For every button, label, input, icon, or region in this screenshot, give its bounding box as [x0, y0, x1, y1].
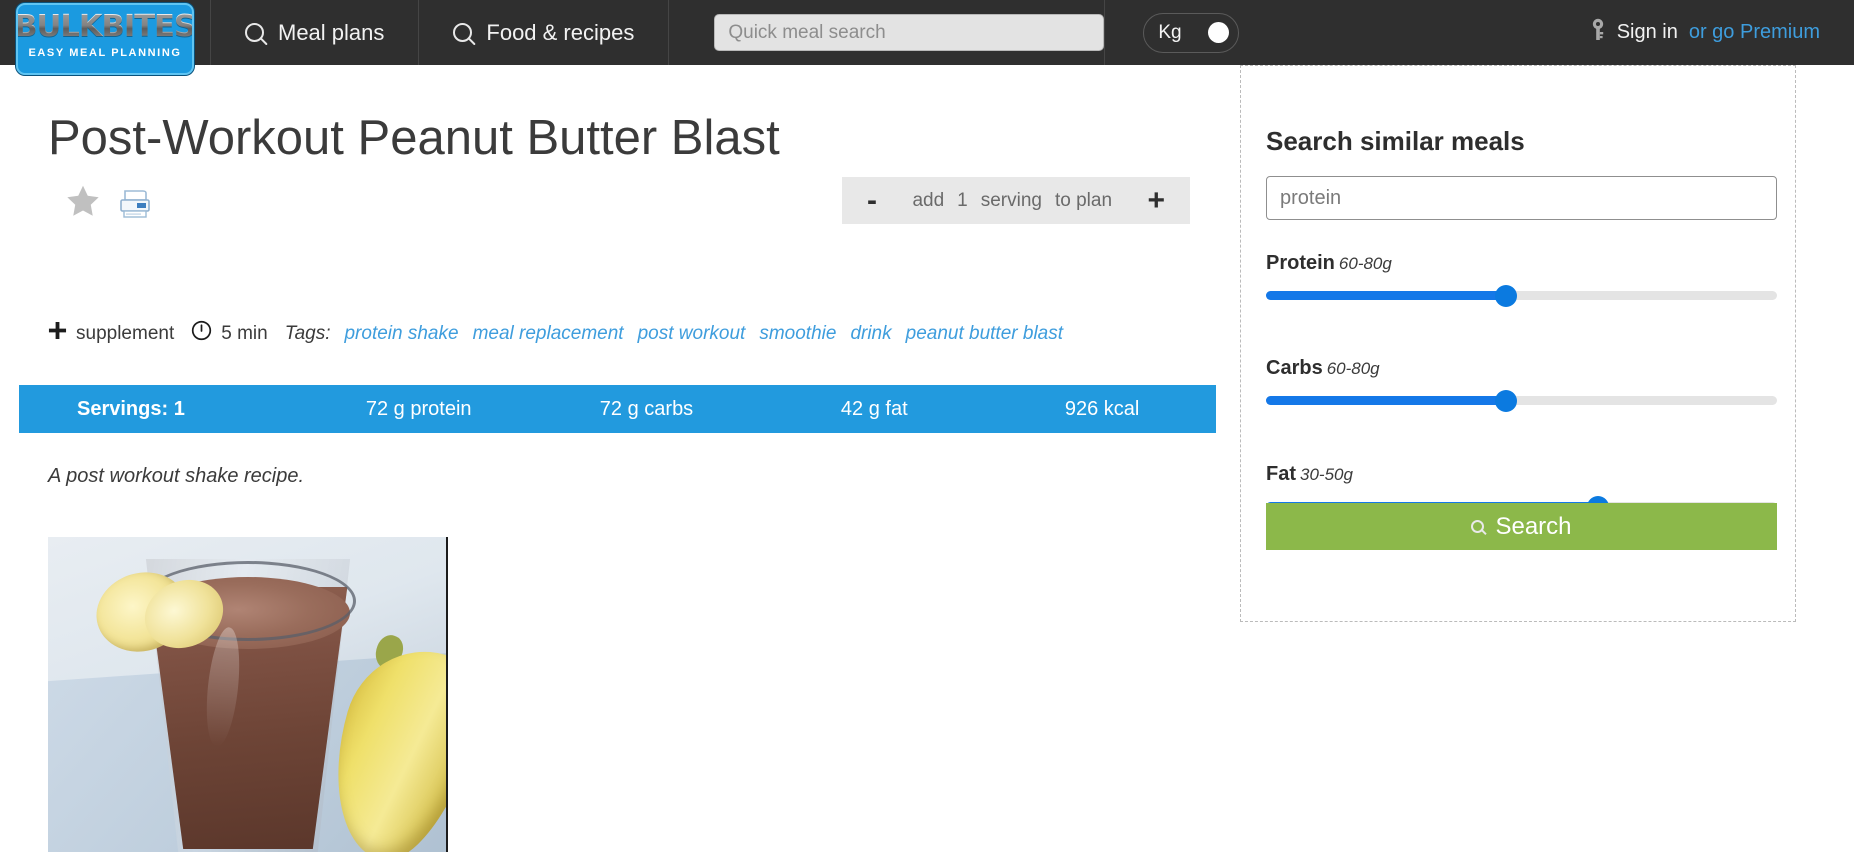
nutrition-protein: 72 g protein — [365, 397, 472, 420]
nutrition-calories: 926 kcal — [1064, 397, 1140, 420]
nav-item-meal-plans[interactable]: Meal plans — [211, 0, 418, 65]
nav-item-food-recipes-label: Food & recipes — [486, 19, 635, 45]
fat-slider-range: 30-50g — [1300, 465, 1353, 484]
similar-search-input[interactable] — [1266, 176, 1777, 220]
nutrition-servings: Servings: 1 — [77, 397, 185, 420]
account-area: Sign in or go Premium — [1590, 0, 1854, 65]
fat-slider-label: Fat 30-50g — [1266, 463, 1777, 486]
search-button[interactable]: Search — [1266, 503, 1777, 550]
protein-slider-name: Protein — [1266, 252, 1335, 274]
logo-tagline: EASY MEAL PLANNING — [28, 47, 182, 59]
serving-label-group: add 1 serving to plan — [912, 190, 1112, 212]
tag-link[interactable]: smoothie — [759, 323, 836, 345]
tags-label: Tags: — [284, 322, 331, 344]
carbs-slider-name: Carbs — [1266, 357, 1323, 379]
quick-search-container — [669, 0, 1105, 65]
search-icon — [241, 19, 268, 46]
serving-unit-label: serving — [980, 189, 1042, 211]
nutrition-summary-bar: Servings: 1 72 g protein 72 g carbs 42 g… — [19, 385, 1216, 433]
clock-icon — [191, 320, 212, 347]
nutrition-carbs: 72 g carbs — [599, 397, 694, 420]
key-icon — [1590, 18, 1606, 48]
page-title: Post-Workout Peanut Butter Blast — [48, 107, 838, 235]
search-icon — [449, 19, 477, 46]
nutrition-fat: 42 g fat — [840, 397, 908, 420]
tag-link[interactable]: drink — [850, 323, 891, 345]
carbs-slider-fill — [1266, 396, 1507, 405]
star-icon[interactable] — [64, 173, 102, 235]
unit-toggle-label: Kg — [1158, 22, 1182, 43]
carbs-slider-group: Carbs 60-80g — [1266, 357, 1777, 412]
serving-quantity[interactable]: 1 — [957, 190, 968, 212]
to-plan-label: to plan — [1054, 189, 1113, 211]
protein-slider-thumb[interactable] — [1495, 284, 1518, 307]
go-premium-link[interactable]: or go Premium — [1689, 21, 1820, 44]
protein-slider-group: Protein 60-80g — [1266, 252, 1777, 307]
increment-serving-button[interactable]: + — [1147, 185, 1165, 216]
recipe-photo-inner — [48, 537, 446, 852]
site-logo[interactable]: BULKBITES EASY MEAL PLANNING — [0, 0, 210, 75]
recipe-description: A post workout shake recipe. — [48, 465, 305, 487]
carbs-slider-track[interactable] — [1266, 389, 1777, 412]
decrement-serving-button[interactable]: - — [867, 185, 877, 216]
add-serving-control: - add 1 serving to plan + — [842, 177, 1190, 224]
unit-toggle[interactable]: Kg — [1143, 12, 1240, 53]
nav-item-meal-plans-label: Meal plans — [278, 19, 385, 45]
unit-toggle-knob[interactable] — [1208, 22, 1230, 43]
recipe-photo — [48, 537, 448, 852]
recipe-type-label: supplement — [76, 322, 175, 344]
sidebar-heading: Search similar meals — [1266, 126, 1525, 156]
carbs-slider-label: Carbs 60-80g — [1266, 357, 1777, 380]
search-icon — [1468, 517, 1488, 536]
quick-search-input[interactable] — [714, 14, 1105, 51]
recipe-time-label: 5 min — [221, 322, 268, 344]
similar-meals-panel: Search similar meals Protein60-80g Carbs… — [1240, 65, 1796, 622]
protein-slider-range: 60-80g — [1338, 254, 1392, 273]
protein-slider-label: Protein 60-80g — [1266, 252, 1777, 275]
printer-icon[interactable] — [118, 173, 152, 235]
recipe-meta-row: supplement 5 min Tags: protein shake mea… — [48, 320, 1063, 347]
tag-link[interactable]: peanut butter blast — [906, 323, 1063, 345]
carbs-slider-thumb[interactable] — [1495, 389, 1518, 412]
protein-slider-track[interactable] — [1266, 284, 1777, 307]
tag-link[interactable]: post workout — [638, 323, 746, 345]
protein-slider-fill — [1266, 291, 1507, 300]
add-label: add — [912, 189, 945, 211]
search-button-label: Search — [1495, 512, 1572, 540]
plus-icon — [48, 321, 67, 346]
logo-wordmark: BULKBITES — [16, 9, 194, 44]
site-header: BULKBITES EASY MEAL PLANNING Meal plans … — [0, 0, 1854, 75]
title-icon-group — [64, 173, 152, 235]
tag-link[interactable]: meal replacement — [473, 323, 624, 345]
nav-item-food-recipes[interactable]: Food & recipes — [419, 0, 668, 65]
unit-toggle-container: Kg — [1105, 0, 1277, 65]
carbs-slider-range: 60-80g — [1326, 359, 1380, 378]
sign-in-link[interactable]: Sign in — [1617, 21, 1678, 44]
tag-link[interactable]: protein shake — [344, 323, 458, 345]
recipe-title-text: Post-Workout Peanut Butter Blast — [48, 111, 780, 165]
main-content: Post-Workout Peanut Butter Blast - add 1… — [0, 65, 1240, 852]
fat-slider-name: Fat — [1266, 463, 1296, 485]
